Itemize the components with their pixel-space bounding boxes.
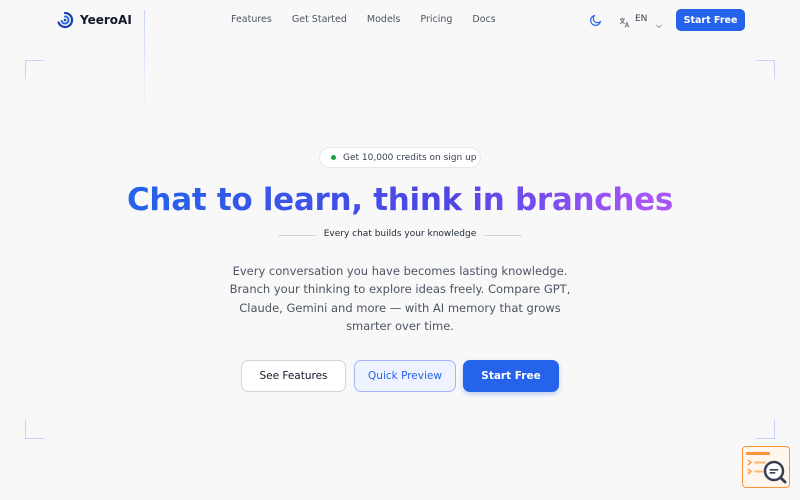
hero-description: Every conversation you have becomes last… bbox=[229, 264, 571, 334]
credits-badge-text: Get 10,000 credits on sign up bbox=[343, 152, 477, 163]
tagline-divider-right bbox=[484, 235, 522, 236]
hero-headline: Chat to learn, think in branches bbox=[0, 181, 800, 219]
translate-icon bbox=[619, 13, 630, 28]
corner-bracket-top-left bbox=[25, 60, 44, 79]
search-log-icon[interactable] bbox=[742, 446, 790, 488]
main-nav: Features Get Started Models Pricing Docs bbox=[231, 14, 496, 25]
corner-bracket-bottom-left bbox=[25, 420, 44, 439]
nav-item-pricing[interactable]: Pricing bbox=[420, 14, 452, 25]
hero-headline-text: Chat to learn, think in branches bbox=[126, 182, 674, 218]
start-free-nav-button[interactable]: Start Free bbox=[676, 9, 745, 31]
brand-name: YeeroAI bbox=[80, 13, 132, 27]
nav-item-features[interactable]: Features bbox=[231, 14, 272, 25]
corner-bracket-top-right bbox=[756, 60, 775, 79]
nav-item-docs[interactable]: Docs bbox=[472, 14, 495, 25]
language-label: EN bbox=[635, 13, 648, 24]
brand[interactable]: YeeroAI bbox=[56, 11, 132, 29]
top-navbar: YeeroAI Features Get Started Models Pric… bbox=[0, 0, 800, 114]
see-features-button[interactable]: See Features bbox=[241, 360, 346, 392]
chevron-down-icon bbox=[655, 15, 663, 28]
start-free-button[interactable]: Start Free bbox=[463, 360, 559, 392]
credits-badge[interactable]: Get 10,000 credits on sign up bbox=[319, 147, 481, 168]
tagline-text: Every chat builds your knowledge bbox=[323, 229, 477, 239]
moon-icon[interactable] bbox=[589, 12, 603, 26]
corner-bracket-bottom-right bbox=[756, 420, 775, 439]
decorative-divider bbox=[144, 10, 145, 114]
language-selector[interactable]: EN bbox=[619, 13, 663, 28]
quick-preview-button[interactable]: Quick Preview bbox=[354, 360, 456, 392]
hero-tagline: Every chat builds your knowledge bbox=[278, 229, 522, 241]
nav-item-get-started[interactable]: Get Started bbox=[292, 14, 347, 25]
nav-item-models[interactable]: Models bbox=[367, 14, 400, 25]
swirl-logo-icon bbox=[56, 11, 74, 29]
status-dot bbox=[331, 155, 336, 160]
